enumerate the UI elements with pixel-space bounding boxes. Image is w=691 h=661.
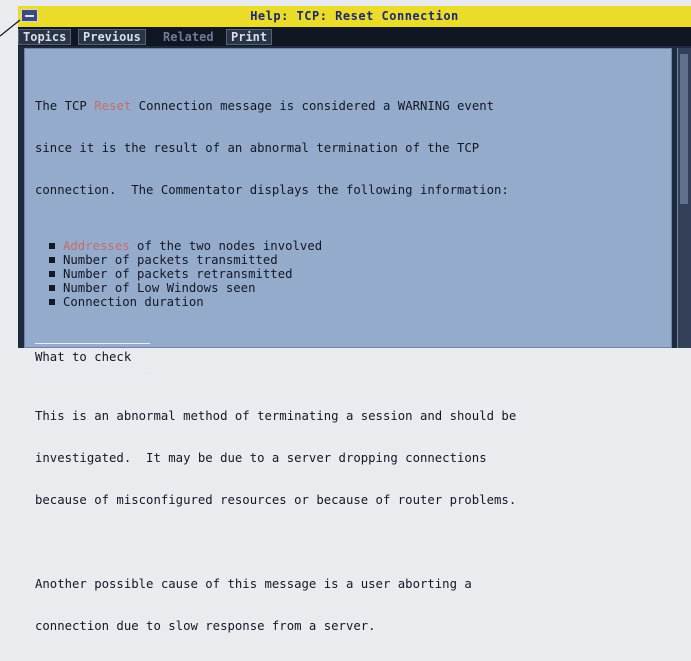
intro-text: Connection message is considered a WARNI… <box>131 99 495 113</box>
reset-link[interactable]: Reset <box>94 99 131 113</box>
bullet-text: of the two nodes involved <box>129 239 323 253</box>
scrollbar-thumb[interactable] <box>680 54 688 204</box>
para2-line-2: investigated. It may be due to a server … <box>35 451 487 465</box>
intro-line-2: since it is the result of an abnormal te… <box>35 141 480 155</box>
para2-line-1: This is an abnormal method of terminatin… <box>35 409 517 423</box>
bullet-packets-retransmitted: Number of packets retransmitted <box>49 267 671 281</box>
para3-line-1: Another possible cause of this message i… <box>35 577 472 591</box>
other-cause-paragraph: Another possible cause of this message i… <box>35 549 671 661</box>
section-title-what-to-check: What to check <box>35 343 155 371</box>
intro-line-1: The TCP Reset Connection message is cons… <box>35 99 671 113</box>
bullet-addresses: Addresses of the two nodes involved <box>49 239 671 253</box>
print-button[interactable]: Print <box>226 29 273 45</box>
info-bullet-list: Addresses of the two nodes involved Numb… <box>49 239 671 309</box>
para3-line-2: connection due to slow response from a s… <box>35 619 376 633</box>
bullet-connection-duration: Connection duration <box>49 295 671 309</box>
related-button[interactable]: Related <box>158 29 219 45</box>
intro-line-3: connection. The Commentator displays the… <box>35 183 509 197</box>
bullet-packets-transmitted: Number of packets transmitted <box>49 253 671 267</box>
what-to-check-paragraph: This is an abnormal method of terminatin… <box>35 381 671 535</box>
help-content: The TCP Reset Connection message is cons… <box>24 48 672 633</box>
topics-button[interactable]: Topics <box>18 29 72 45</box>
intro-text: The TCP <box>35 99 95 113</box>
previous-button[interactable]: Previous <box>78 29 146 45</box>
bullet-low-windows: Number of Low Windows seen <box>49 281 671 295</box>
addresses-link[interactable]: Addresses <box>63 239 130 253</box>
vertical-scrollbar[interactable] <box>677 48 691 348</box>
window-title: Help: TCP: Reset Connection <box>250 9 459 23</box>
help-menubar: Topics Previous Related Print <box>18 27 691 46</box>
title-bar[interactable]: Help: TCP: Reset Connection <box>18 6 691 27</box>
para2-line-3: because of misconfigured resources or be… <box>35 493 517 507</box>
help-window: Help: TCP: Reset Connection Topics Previ… <box>18 6 691 633</box>
intro-paragraph: The TCP Reset Connection message is cons… <box>35 71 671 225</box>
